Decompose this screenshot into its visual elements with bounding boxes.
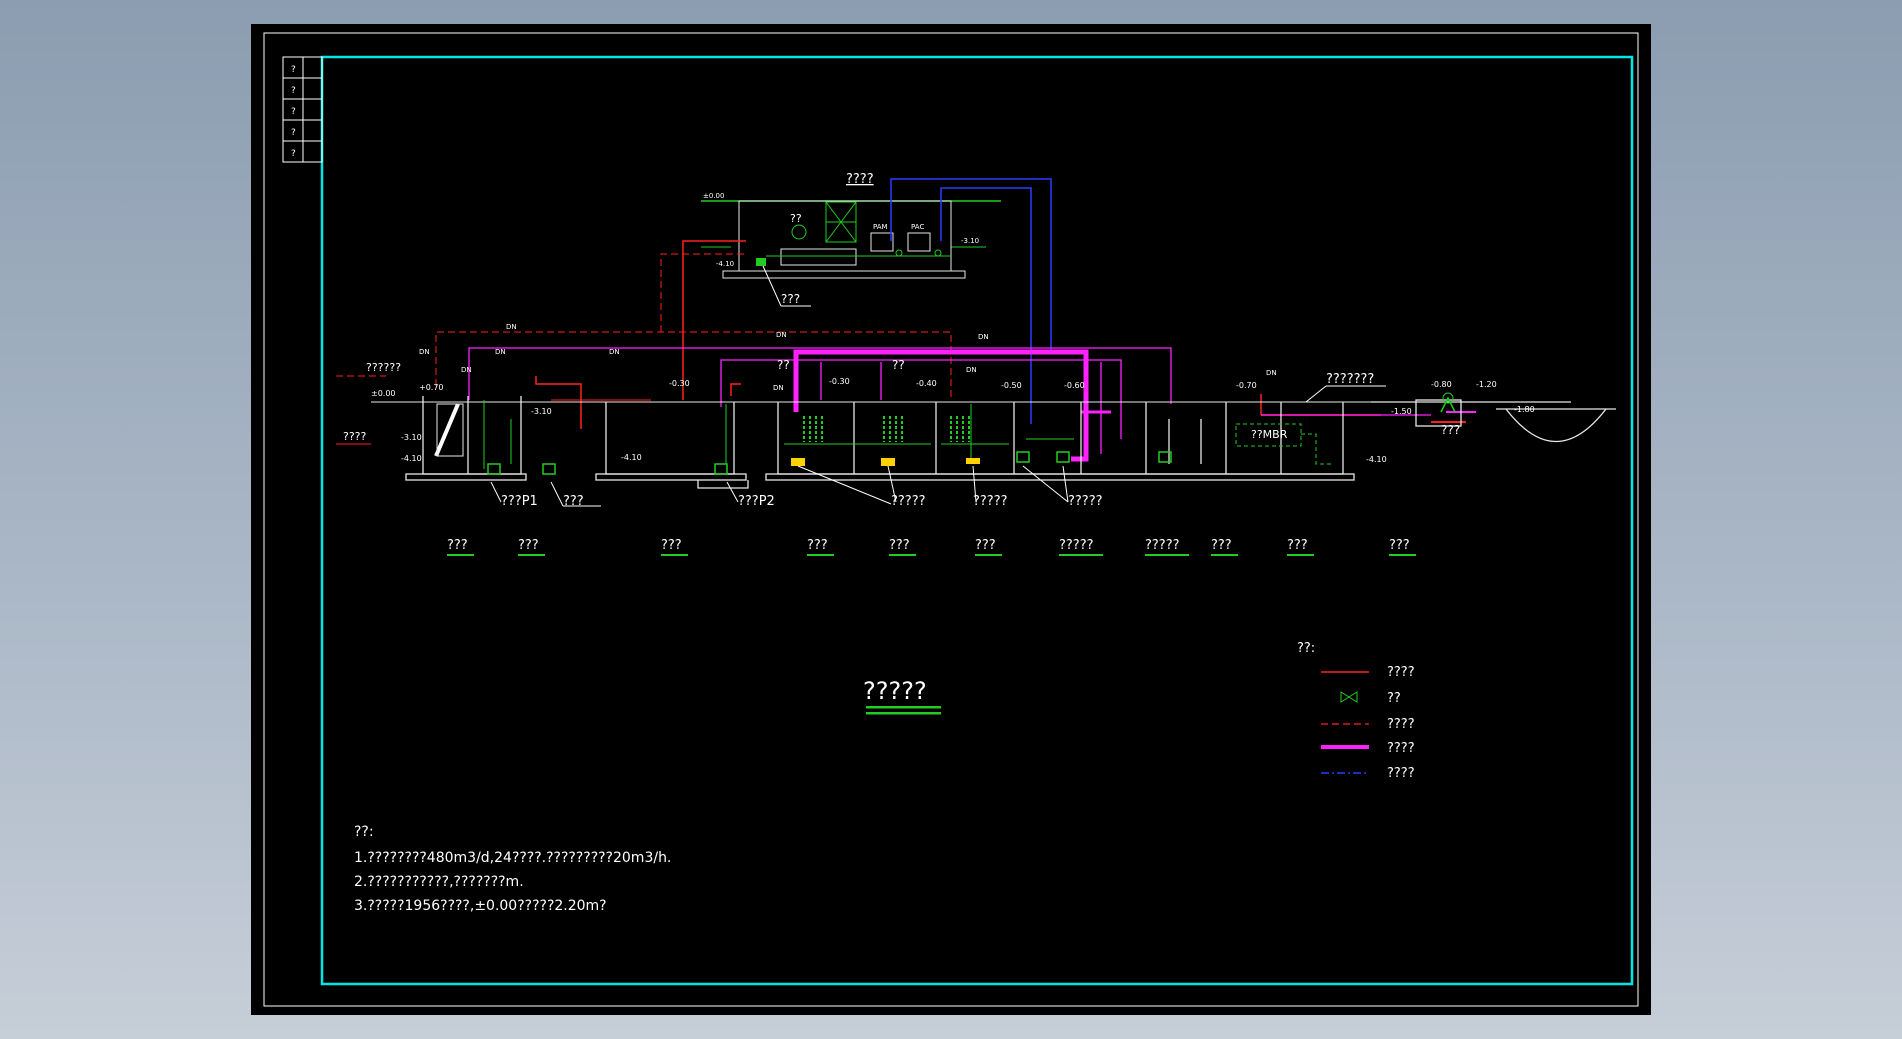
room-pump-label: ??? xyxy=(781,292,800,306)
level-mark: -0.40 xyxy=(916,379,937,388)
level-mark: -4.10 xyxy=(716,260,734,268)
equipment-room-title: ???? xyxy=(846,172,874,187)
callout-small: ?? xyxy=(892,358,905,372)
inlet-top-label: ?????? xyxy=(366,361,401,374)
inflow-label: ???? xyxy=(343,430,367,443)
notes-heading: ??: xyxy=(354,824,374,840)
title-block-cell: ? xyxy=(291,65,296,75)
pac-label: PAC xyxy=(911,223,924,231)
level-mark: -4.10 xyxy=(621,453,642,462)
level-markers: ±0.00 +0.70 -3.10 -4.10 -3.10 -0.30 -4.1… xyxy=(371,377,1535,464)
legend-label: ???? xyxy=(1387,665,1415,680)
pipe-tag: DN xyxy=(506,323,517,331)
legend: ??: ???? ?? ???? ???? ???? xyxy=(1297,641,1415,781)
drawing-title: ????? xyxy=(863,677,927,705)
unit-label: ??? xyxy=(807,538,828,553)
drawing-sheet: ? ? ? ? ? ???? ?? PAM PAC ±0.00 -3.10 -4… xyxy=(251,24,1651,1015)
legend-label: ???? xyxy=(1387,717,1415,732)
unit-label: ??? xyxy=(1389,538,1410,553)
callout-small: ?? xyxy=(777,358,790,372)
pipe-tag: DN xyxy=(776,331,787,339)
pipe-tag: DN xyxy=(966,366,977,374)
level-mark: -0.70 xyxy=(1236,381,1257,390)
pipe-tag: DN xyxy=(978,333,989,341)
aerator-label: ????? xyxy=(973,494,1008,509)
cad-viewer: ? ? ? ? ? ???? ?? PAM PAC ±0.00 -3.10 -4… xyxy=(0,0,1902,1039)
internal-piping xyxy=(483,400,1074,469)
unit-label: ??? xyxy=(975,538,996,553)
level-mark: -0.30 xyxy=(669,379,690,388)
level-mark: -3.10 xyxy=(531,407,552,416)
mbr-permeate-line xyxy=(1301,433,1331,465)
level-mark: -1.20 xyxy=(1476,380,1497,389)
level-mark: -4.10 xyxy=(1366,455,1387,464)
aerator-label: ????? xyxy=(1068,494,1103,509)
blower-label: ?? xyxy=(790,212,802,225)
pump-p2-label: ???P2 xyxy=(738,494,775,509)
title-block-cell: ? xyxy=(291,86,296,96)
cyan-border xyxy=(320,55,1634,986)
legend-label: ???? xyxy=(1387,741,1415,756)
title-block-cell: ? xyxy=(291,149,296,159)
top-right-callout: ??????? xyxy=(1326,372,1374,387)
legend-label: ?? xyxy=(1387,691,1401,706)
title-block: ? ? ? ? ? xyxy=(282,56,323,163)
pipe-tag: DN xyxy=(495,348,506,356)
valve-icon xyxy=(1340,691,1358,703)
pipe-tag: DN xyxy=(773,384,784,392)
unit-label: ??? xyxy=(1211,538,1232,553)
level-mark: -3.10 xyxy=(401,433,422,442)
unit-labels: ??? ??? ??? ??? ??? ??? ????? ????? ??? … xyxy=(447,538,1416,556)
pam-label: PAM xyxy=(873,223,888,231)
outfall-label: ??? xyxy=(1441,423,1460,437)
legend-label: ???? xyxy=(1387,766,1415,781)
level-mark: -4.10 xyxy=(401,454,422,463)
level-mark: -0.50 xyxy=(1001,381,1022,390)
callouts: ???P1 ??? ???P2 ????? ????? ????? ?? ?? … xyxy=(490,358,1460,509)
level-mark: ±0.00 xyxy=(371,389,396,398)
process-flow-drawing: ? ? ? ? ? ???? ?? PAM PAC ±0.00 -3.10 -4… xyxy=(263,32,1639,1007)
unit-label: ??? xyxy=(1287,538,1308,553)
level-mark: -3.10 xyxy=(961,237,979,245)
unit-label: ??? xyxy=(447,538,468,553)
pump-p1-label: ???P1 xyxy=(501,494,538,509)
level-mark: -0.80 xyxy=(1431,380,1452,389)
level-mark: -0.30 xyxy=(829,377,850,386)
title-underline xyxy=(866,706,941,709)
note-line: 1.????????480m3/d,24????.?????????20m3/h… xyxy=(354,850,671,866)
level-mark: ±0.00 xyxy=(703,192,724,200)
legend-heading: ??: xyxy=(1297,641,1315,656)
pump-label: ??? xyxy=(563,494,584,509)
pipe-tag: DN xyxy=(419,348,430,356)
unit-label: ????? xyxy=(1145,538,1180,553)
unit-label: ????? xyxy=(1059,538,1094,553)
note-line: 2.???????????,???????m. xyxy=(354,874,524,890)
mbr-label: ??MBR xyxy=(1251,428,1288,441)
unit-label: ??? xyxy=(661,538,682,553)
unit-label: ??? xyxy=(518,538,539,553)
equipment-room: ???? ?? PAM PAC ±0.00 -3.10 -4.10 ??? xyxy=(701,172,1001,307)
pipe-tag: DN xyxy=(1266,369,1277,377)
pipe-tag: DN xyxy=(461,366,472,374)
level-mark: -1.50 xyxy=(1391,407,1412,416)
title-underline xyxy=(866,712,941,715)
aerator-label: ????? xyxy=(891,494,926,509)
level-mark: +0.70 xyxy=(419,383,444,392)
title-block-cell: ? xyxy=(291,107,296,117)
tank-row xyxy=(371,396,1616,489)
notes: ??: 1.????????480m3/d,24????.?????????20… xyxy=(354,824,671,914)
pipe-network xyxy=(336,178,1476,462)
unit-label: ??? xyxy=(889,538,910,553)
filler-media xyxy=(803,416,970,442)
level-mark: -1.80 xyxy=(1514,405,1535,414)
note-line: 3.?????1956????,±0.00?????2.20m? xyxy=(354,898,607,914)
pipe-tag: DN xyxy=(609,348,620,356)
level-mark: -0.60 xyxy=(1064,381,1085,390)
title-block-cell: ? xyxy=(291,128,296,138)
